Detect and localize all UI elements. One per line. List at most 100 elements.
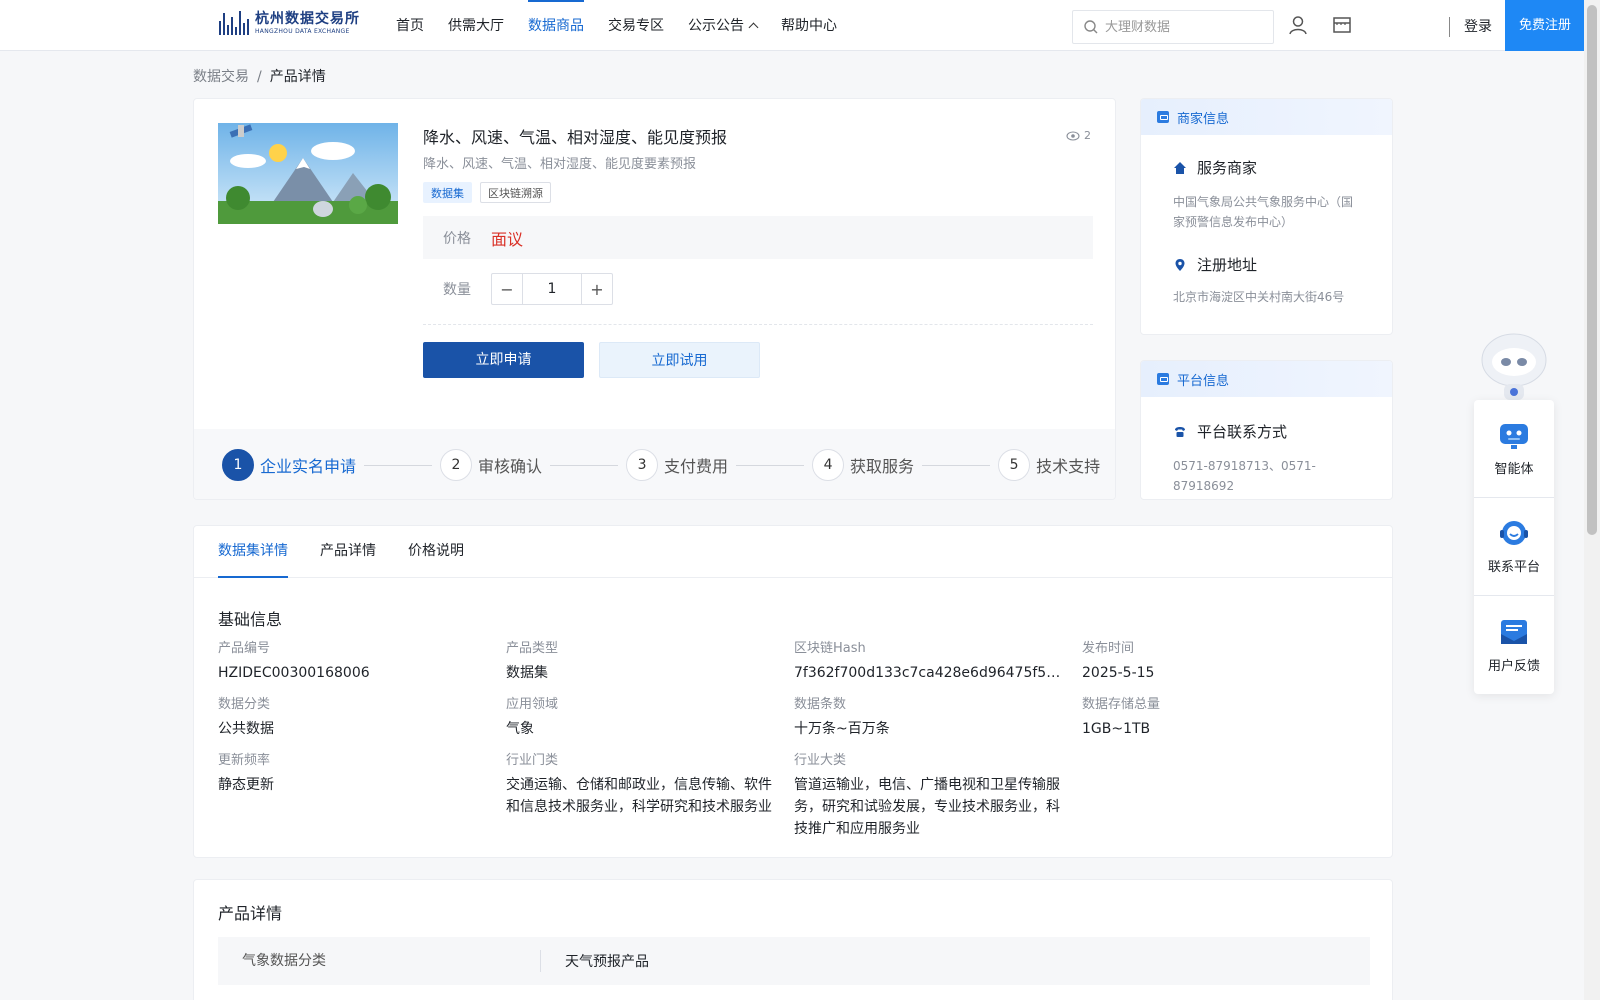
step-1: 1 企业实名申请 xyxy=(222,449,356,481)
step-label: 获取服务 xyxy=(850,457,915,476)
breadcrumb-separator: / xyxy=(257,69,262,85)
step-connector xyxy=(550,464,619,466)
field-label: 数据条数 xyxy=(794,697,847,712)
user-feedback-button[interactable]: 用户反馈 xyxy=(1474,596,1554,694)
product-detail-title: 产品详情 xyxy=(218,904,283,923)
site-logo[interactable]: 杭州数据交易所 HANGZHOU DATA EXCHANGE xyxy=(219,11,360,35)
contact-platform-button[interactable]: 联系平台 xyxy=(1474,498,1554,596)
phone-icon xyxy=(1175,426,1185,437)
logo-name: 杭州数据交易所 xyxy=(255,10,360,27)
robot-assistant-icon[interactable] xyxy=(1474,326,1554,402)
field-label: 行业门类 xyxy=(506,753,559,768)
step-connector xyxy=(922,464,991,466)
step-3: 3 支付费用 xyxy=(626,449,728,481)
tag-dataset: 数据集 xyxy=(423,182,472,203)
platform-contact-value: 0571-87918713、0571-87918692 xyxy=(1173,459,1316,493)
tab-price-description[interactable]: 价格说明 xyxy=(408,526,464,577)
home-icon xyxy=(1174,161,1186,174)
nav-home[interactable]: 首页 xyxy=(384,0,436,51)
headset-icon xyxy=(1500,521,1528,545)
field-publish-time: 发布时间 2025-5-15 xyxy=(1082,641,1370,684)
nav-help-center[interactable]: 帮助中心 xyxy=(769,0,849,51)
field-blockchain-hash: 区块链Hash 7f362f700d133c7ca428e6d96475f58e6… xyxy=(794,641,1082,684)
field-data-category: 数据分类 公共数据 xyxy=(218,697,506,740)
breadcrumb-current: 产品详情 xyxy=(269,69,326,85)
product-thumbnail xyxy=(218,123,398,224)
page-scrollbar[interactable] xyxy=(1584,0,1600,1000)
product-title: 降水、风速、气温、相对湿度、能见度预报 xyxy=(423,128,728,147)
nav-supply-demand[interactable]: 供需大厅 xyxy=(436,0,516,51)
field-value: 公共数据 xyxy=(218,721,274,737)
contact-platform-label: 联系平台 xyxy=(1487,560,1540,575)
step-connector xyxy=(364,464,433,466)
try-now-button[interactable]: 立即试用 xyxy=(599,342,760,378)
eye-icon xyxy=(1066,130,1080,141)
search-input[interactable] xyxy=(1105,19,1265,35)
product-tags: 数据集 区块链溯源 xyxy=(423,182,551,203)
quantity-increase-button[interactable]: + xyxy=(582,274,612,304)
divider xyxy=(423,324,1093,325)
product-detail-card: 产品详情 气象数据分类 天气预报产品 xyxy=(193,879,1393,1000)
field-value: 管道运输业，电信、广播电视和卫星传输服务，研究和试验发展，专业技术服务业，科技推… xyxy=(794,777,1060,837)
field-industry-section: 行业门类交通运输、仓储和邮政业，信息传输、软件和信息技术服务业，科学研究和技术服… xyxy=(506,753,794,840)
product-card: 降水、风速、气温、相对湿度、能见度预报 2 降水、风速、气温、相对湿度、能见度要… xyxy=(193,98,1116,500)
quantity-decrease-button[interactable]: − xyxy=(492,274,522,304)
ai-agent-button[interactable]: 智能体 xyxy=(1474,400,1554,498)
step-5: 5 技术支持 xyxy=(998,449,1100,481)
service-merchant-label: 服务商家 xyxy=(1197,159,1258,177)
step-label: 技术支持 xyxy=(1036,457,1101,476)
quantity-input[interactable]: 1 xyxy=(522,274,582,304)
search-icon[interactable] xyxy=(1083,19,1099,35)
login-link[interactable]: 登录 xyxy=(1464,16,1492,36)
registered-address-title: 注册地址 xyxy=(1173,254,1392,275)
breadcrumb: 数据交易 / 产品详情 xyxy=(193,66,326,86)
user-icon[interactable] xyxy=(1287,14,1309,36)
tab-product-details[interactable]: 产品详情 xyxy=(320,526,376,577)
apply-now-button[interactable]: 立即申请 xyxy=(423,342,584,378)
chevron-up-icon xyxy=(748,22,759,33)
floating-service-menu: 智能体 联系平台 用户反馈 xyxy=(1474,400,1554,694)
field-value: 数据集 xyxy=(506,665,548,681)
dataset-detail-card: 数据集详情 产品详情 价格说明 基础信息 产品编号 HZIDEC003001680… xyxy=(193,525,1393,858)
location-pin-icon xyxy=(1175,258,1185,271)
field-product-type: 产品类型 数据集 xyxy=(506,641,794,684)
step-label: 审核确认 xyxy=(478,457,543,476)
nav-announcements-label: 公示公告 xyxy=(688,17,744,34)
top-navbar: 杭州数据交易所 HANGZHOU DATA EXCHANGE 首页 供需大厅 数… xyxy=(0,0,1600,51)
register-button[interactable]: 免费注册 xyxy=(1505,0,1585,51)
service-merchant-title: 服务商家 xyxy=(1173,157,1392,178)
store-icon[interactable] xyxy=(1331,14,1353,36)
price-value: 面议 xyxy=(491,229,524,249)
process-steps: 1 企业实名申请 2 审核确认 3 支付费用 4 获取服务 5 技术支持 xyxy=(194,429,1115,499)
field-label: 应用领域 xyxy=(506,697,559,712)
search-box xyxy=(1072,10,1274,44)
field-label: 产品类型 xyxy=(506,641,559,656)
tab-dataset-details[interactable]: 数据集详情 xyxy=(218,526,288,578)
field-label: 数据分类 xyxy=(218,697,271,712)
step-2: 2 审核确认 xyxy=(440,449,542,481)
breadcrumb-root[interactable]: 数据交易 xyxy=(193,69,249,85)
nav-trade-zone[interactable]: 交易专区 xyxy=(596,0,676,51)
user-feedback-label: 用户反馈 xyxy=(1487,658,1540,674)
logo-subtitle: HANGZHOU DATA EXCHANGE xyxy=(255,27,350,35)
field-label: 数据存储总量 xyxy=(1082,697,1161,712)
step-number: 2 xyxy=(440,449,473,481)
field-value: 1GB~1TB xyxy=(1082,721,1151,737)
field-value: 交通运输、仓储和邮政业，信息传输、软件和信息技术服务业，科学研究和技术服务业 xyxy=(506,777,772,815)
nav-data-products[interactable]: 数据商品 xyxy=(516,0,596,51)
field-record-count: 数据条数 十万条~百万条 xyxy=(794,697,1082,740)
scrollbar-thumb[interactable] xyxy=(1587,5,1597,535)
view-count-value: 2 xyxy=(1084,129,1091,142)
weather-satellite-illustration-icon xyxy=(218,123,398,224)
monitor-icon xyxy=(1157,373,1169,385)
field-label: 区块链Hash xyxy=(794,641,866,656)
nav-announcements[interactable]: 公示公告 xyxy=(676,0,769,51)
platform-contact-title: 平台联系方式 xyxy=(1173,421,1392,442)
nav-divider xyxy=(1449,17,1450,37)
step-number: 4 xyxy=(812,449,845,481)
merchant-info-header: 商家信息 xyxy=(1141,99,1392,135)
service-merchant-value: 中国气象局公共气象服务中心（国家预警信息发布中心） xyxy=(1173,195,1354,229)
field-value: 气象 xyxy=(506,721,534,737)
price-label: 价格 xyxy=(443,230,471,247)
chatbot-icon xyxy=(1500,424,1528,449)
